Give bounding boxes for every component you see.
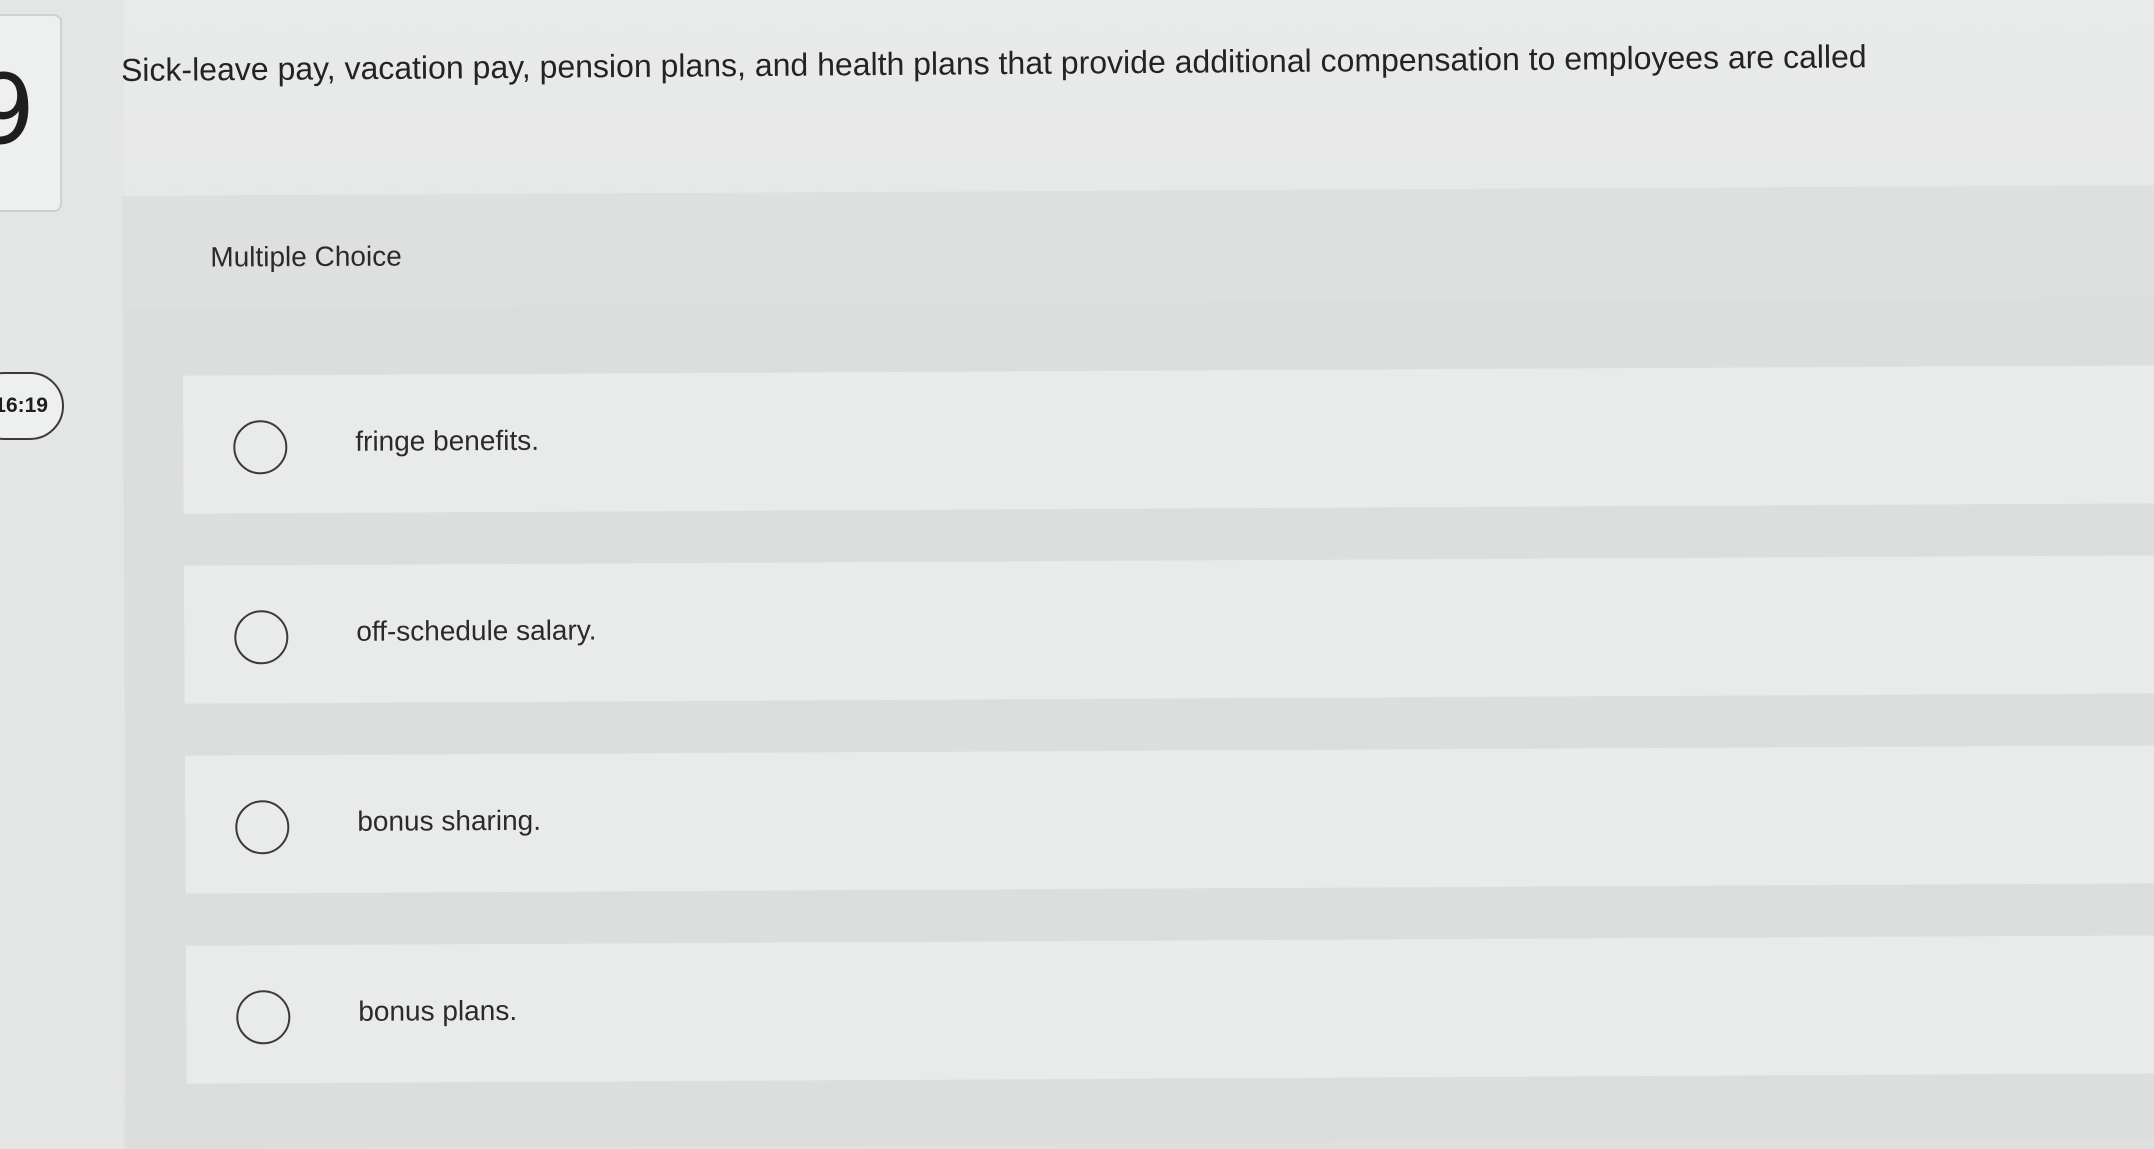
answer-option-fringe-benefits[interactable]: fringe benefits. [182, 365, 2154, 514]
question-text: Sick-leave pay, vacation pay, pension pl… [120, 38, 1867, 88]
multiple-choice-header: Multiple Choice [122, 185, 2154, 308]
question-number: 9 [0, 54, 36, 166]
answer-option-bonus-plans[interactable]: bonus plans. [185, 935, 2154, 1084]
radio-button[interactable] [234, 610, 289, 665]
answer-option-label[interactable]: bonus plans. [358, 995, 517, 1028]
timer-badge: 16:19 [0, 372, 64, 440]
timer-text: 16:19 [0, 394, 48, 417]
radio-button[interactable] [235, 800, 290, 855]
answer-option-bonus-sharing[interactable]: bonus sharing. [184, 745, 2154, 894]
radio-button[interactable] [233, 420, 288, 475]
left-rail: 9 16:19 [0, 0, 124, 1149]
answer-option-off-schedule-salary[interactable]: off-schedule salary. [183, 555, 2154, 704]
answer-option-label[interactable]: fringe benefits. [355, 425, 539, 458]
answer-option-label[interactable]: bonus sharing. [357, 805, 541, 838]
multiple-choice-panel: Multiple Choice fringe benefits. off-sch… [122, 185, 2154, 1149]
multiple-choice-title: Multiple Choice [210, 240, 402, 273]
radio-button[interactable] [236, 990, 291, 1045]
answer-option-label[interactable]: off-schedule salary. [356, 615, 596, 648]
